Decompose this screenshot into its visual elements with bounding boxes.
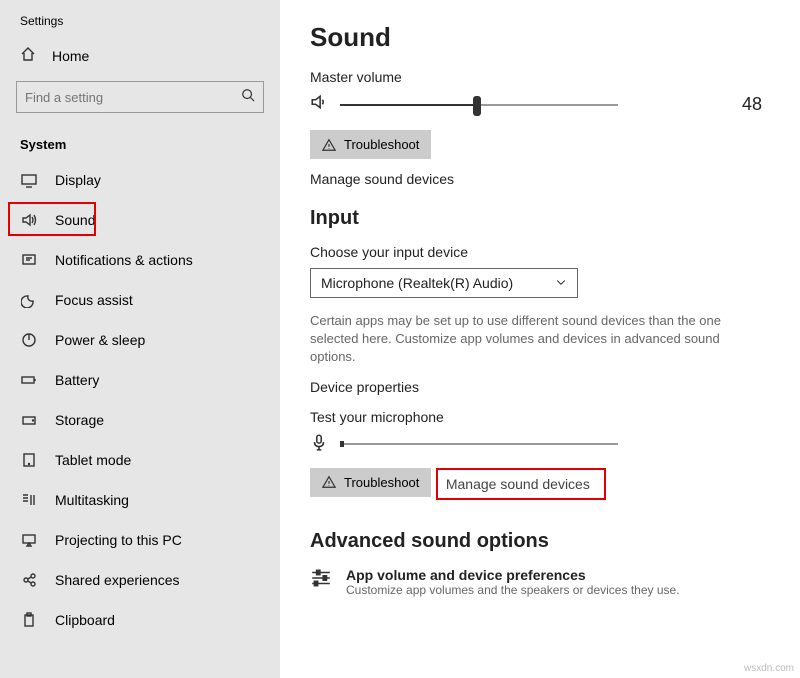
nav-tablet[interactable]: Tablet mode bbox=[0, 440, 280, 480]
warning-icon bbox=[322, 138, 336, 152]
sidebar: Settings Home System Display Sound Notif… bbox=[0, 0, 280, 678]
adv-sub: Customize app volumes and the speakers o… bbox=[346, 583, 680, 597]
battery-icon bbox=[20, 372, 38, 388]
nav-label: Display bbox=[55, 172, 101, 188]
nav-display[interactable]: Display bbox=[0, 160, 280, 200]
nav-label: Notifications & actions bbox=[55, 252, 193, 268]
storage-icon bbox=[20, 412, 38, 428]
display-icon bbox=[20, 172, 38, 188]
clipboard-icon bbox=[20, 612, 38, 628]
highlight-box: Manage sound devices bbox=[436, 468, 606, 500]
tablet-icon bbox=[20, 452, 38, 468]
home-label: Home bbox=[52, 48, 89, 64]
notifications-icon bbox=[20, 252, 38, 268]
window-title: Settings bbox=[0, 0, 280, 36]
nav-label: Clipboard bbox=[55, 612, 115, 628]
app-volume-row[interactable]: App volume and device preferences Custom… bbox=[310, 567, 772, 597]
warning-icon bbox=[322, 475, 336, 489]
nav-label: Focus assist bbox=[55, 292, 133, 308]
main-content: Sound Master volume 48 Troubleshoot Mana… bbox=[280, 0, 800, 678]
section-label: System bbox=[0, 129, 280, 160]
home-icon bbox=[20, 46, 36, 65]
master-volume-label: Master volume bbox=[310, 69, 772, 85]
microphone-icon bbox=[310, 433, 328, 456]
input-device-select[interactable]: Microphone (Realtek(R) Audio) bbox=[310, 268, 578, 298]
speaker-icon bbox=[310, 93, 328, 116]
btn-label: Troubleshoot bbox=[344, 137, 419, 152]
nav-power[interactable]: Power & sleep bbox=[0, 320, 280, 360]
nav-clipboard[interactable]: Clipboard bbox=[0, 600, 280, 640]
nav-focus[interactable]: Focus assist bbox=[0, 280, 280, 320]
sound-icon bbox=[20, 212, 38, 228]
volume-value: 48 bbox=[742, 94, 772, 115]
power-icon bbox=[20, 332, 38, 348]
nav-sound[interactable]: Sound bbox=[0, 200, 280, 240]
home-nav[interactable]: Home bbox=[0, 36, 280, 75]
nav-storage[interactable]: Storage bbox=[0, 400, 280, 440]
nav-label: Tablet mode bbox=[55, 452, 131, 468]
nav-label: Projecting to this PC bbox=[55, 532, 182, 548]
manage-devices-input-link[interactable]: Manage sound devices bbox=[446, 476, 590, 492]
nav-label: Storage bbox=[55, 412, 104, 428]
nav-battery[interactable]: Battery bbox=[0, 360, 280, 400]
input-hint: Certain apps may be set up to use differ… bbox=[310, 312, 730, 367]
nav-projecting[interactable]: Projecting to this PC bbox=[0, 520, 280, 560]
shared-icon bbox=[20, 572, 38, 588]
sliders-icon bbox=[310, 567, 332, 594]
nav-label: Multitasking bbox=[55, 492, 129, 508]
input-heading: Input bbox=[310, 207, 772, 230]
nav-list: Display Sound Notifications & actions Fo… bbox=[0, 160, 280, 640]
test-mic-label: Test your microphone bbox=[310, 409, 772, 425]
focus-icon bbox=[20, 292, 38, 308]
device-properties-link[interactable]: Device properties bbox=[310, 379, 772, 395]
troubleshoot-input-button[interactable]: Troubleshoot bbox=[310, 468, 431, 497]
search-input[interactable] bbox=[16, 81, 264, 113]
advanced-heading: Advanced sound options bbox=[310, 530, 772, 553]
nav-label: Power & sleep bbox=[55, 332, 145, 348]
page-heading: Sound bbox=[310, 22, 772, 53]
search-icon bbox=[241, 88, 255, 107]
multitasking-icon bbox=[20, 492, 38, 508]
volume-slider[interactable] bbox=[340, 104, 618, 106]
chevron-down-icon bbox=[555, 275, 567, 291]
adv-title: App volume and device preferences bbox=[346, 567, 680, 583]
adv-text: App volume and device preferences Custom… bbox=[346, 567, 680, 597]
search-wrap bbox=[0, 75, 280, 129]
watermark: wsxdn.com bbox=[744, 663, 794, 674]
choose-input-label: Choose your input device bbox=[310, 244, 772, 260]
nav-label: Sound bbox=[55, 212, 95, 228]
search-field[interactable] bbox=[25, 90, 241, 105]
nav-label: Shared experiences bbox=[55, 572, 180, 588]
btn-label: Troubleshoot bbox=[344, 475, 419, 490]
mic-level-bar bbox=[340, 443, 618, 445]
projecting-icon bbox=[20, 532, 38, 548]
selected-device: Microphone (Realtek(R) Audio) bbox=[321, 275, 513, 291]
manage-devices-output-link[interactable]: Manage sound devices bbox=[310, 171, 772, 187]
nav-label: Battery bbox=[55, 372, 99, 388]
slider-thumb[interactable] bbox=[473, 96, 481, 116]
nav-multitasking[interactable]: Multitasking bbox=[0, 480, 280, 520]
troubleshoot-output-button[interactable]: Troubleshoot bbox=[310, 130, 431, 159]
nav-notifications[interactable]: Notifications & actions bbox=[0, 240, 280, 280]
nav-shared[interactable]: Shared experiences bbox=[0, 560, 280, 600]
mic-test-row bbox=[310, 433, 772, 456]
volume-row: 48 bbox=[310, 93, 772, 116]
